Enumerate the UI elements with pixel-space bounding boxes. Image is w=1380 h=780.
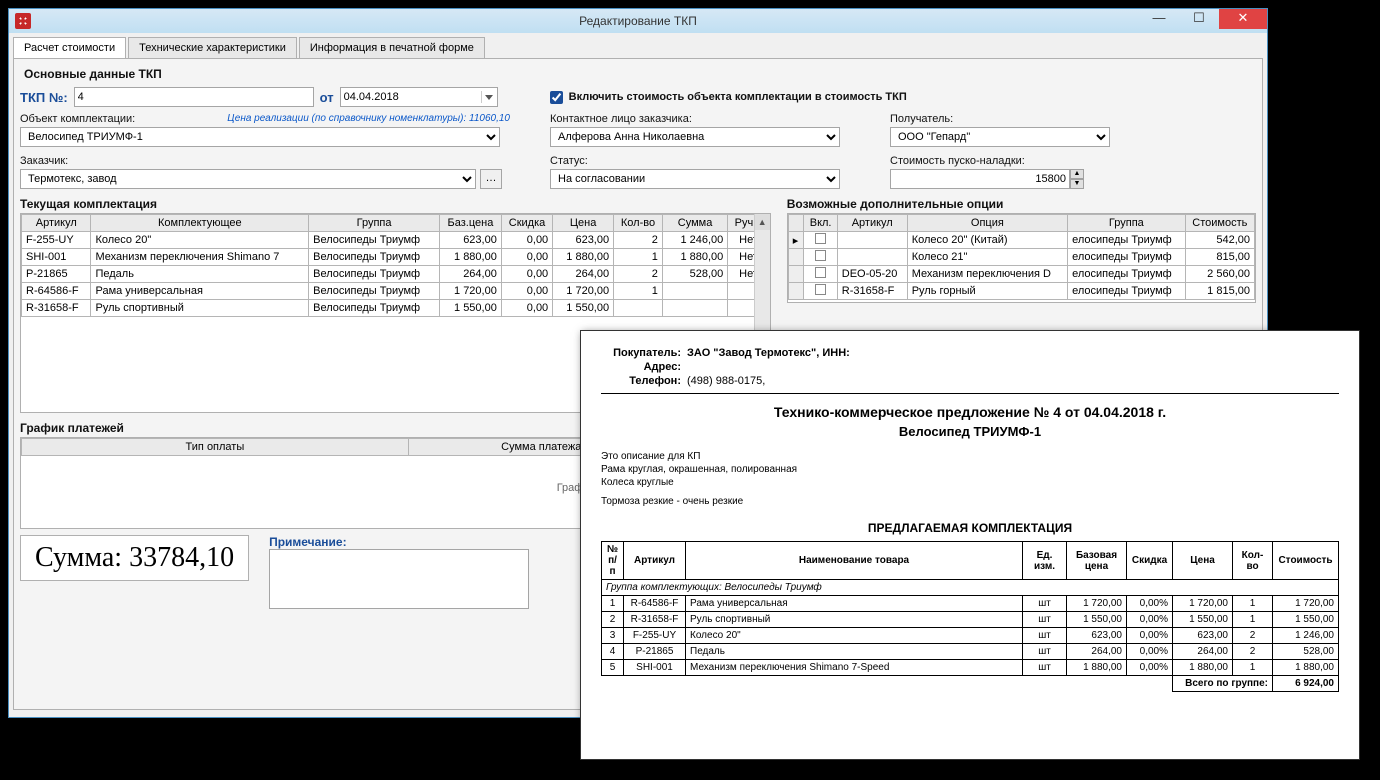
date-input[interactable] (341, 88, 481, 106)
window-title: Редактирование ТКП (579, 14, 697, 28)
recipient-select[interactable]: ООО "Гепард" (890, 127, 1110, 147)
table-row[interactable]: F-255-UYКолесо 20"Велосипеды Триумф623,0… (22, 232, 770, 249)
total-sum-box: Сумма: 33784,10 (20, 535, 249, 581)
col-price[interactable]: Цена (553, 215, 614, 232)
table-row[interactable]: SHI-001Механизм переключения Shimano 7Ве… (22, 249, 770, 266)
tab-print[interactable]: Информация в печатной форме (299, 37, 485, 58)
customer-select[interactable]: Термотекс, завод (20, 169, 476, 189)
date-dropdown-button[interactable] (481, 91, 497, 103)
table-row[interactable]: R-64586-FРама универсальнаяВелосипеды Тр… (22, 283, 770, 300)
contact-label: Контактное лицо заказчика: (550, 113, 850, 125)
table-row[interactable]: Колесо 21"елосипеды Триумф815,00 (788, 249, 1254, 266)
sum-label: Сумма: (35, 542, 122, 573)
current-config-label: Текущая комплектация (20, 197, 771, 211)
doc-title: Технико-коммерческое предложение № 4 от … (601, 404, 1339, 420)
customer-browse-button[interactable]: … (480, 169, 502, 189)
col-sum[interactable]: Сумма (662, 215, 727, 232)
maximize-button[interactable]: ☐ (1179, 9, 1219, 29)
table-row[interactable]: DEO-05-20Механизм переключения Dелосипед… (788, 266, 1254, 283)
setup-cost-down-button[interactable]: ▼ (1070, 179, 1084, 189)
tab-tech[interactable]: Технические характеристики (128, 37, 297, 58)
tel-label: Телефон: (601, 375, 681, 387)
col-opt[interactable]: Опция (907, 215, 1067, 232)
table-row[interactable]: R-31658-FРуль спортивныйВелосипеды Триум… (22, 300, 770, 317)
scroll-up-button[interactable]: ▲ (755, 214, 770, 230)
options-label: Возможные дополнительные опции (787, 197, 1256, 211)
contact-select[interactable]: Алферова Анна Николаевна (550, 127, 840, 147)
addr-label: Адрес: (601, 361, 681, 373)
col-qty[interactable]: Кол-во (614, 215, 663, 232)
from-label: от (320, 90, 334, 105)
table-row[interactable]: P-21865ПедальВелосипеды Триумф264,000,00… (22, 266, 770, 283)
col-discount[interactable]: Скидка (501, 215, 552, 232)
buyer-label: Покупатель: (601, 347, 681, 359)
minimize-button[interactable]: — (1139, 9, 1179, 29)
titlebar[interactable]: Редактирование ТКП — ☐ ✕ (9, 9, 1267, 33)
obj-select[interactable]: Велосипед ТРИУМФ-1 (20, 127, 500, 147)
status-label: Статус: (550, 155, 850, 167)
option-checkbox[interactable] (815, 250, 826, 261)
include-cost-checkbox[interactable] (550, 91, 563, 104)
doc-desc2: Рама круглая, окрашенная, полированная (601, 464, 1339, 475)
sum-value: 33784,10 (129, 542, 234, 573)
table-row[interactable]: ▸Колесо 20" (Китай)елосипеды Триумф542,0… (788, 232, 1254, 249)
table-row[interactable]: R-31658-FРуль горныйелосипеды Триумф1 81… (788, 283, 1254, 300)
col-art2[interactable]: Артикул (837, 215, 907, 232)
pay-col-type[interactable]: Тип оплаты (22, 439, 409, 456)
col-baseprice[interactable]: Баз.цена (440, 215, 502, 232)
note-label: Примечание: (269, 535, 529, 549)
doc-product: Велосипед ТРИУМФ-1 (601, 424, 1339, 439)
doc-desc3: Колеса круглые (601, 477, 1339, 488)
option-checkbox[interactable] (815, 267, 826, 278)
note-input[interactable] (269, 549, 529, 609)
tkp-no-label: ТКП №: (20, 90, 68, 105)
customer-label: Заказчик: (20, 155, 510, 167)
setup-cost-label: Стоимость пуско-наладки: (890, 155, 1110, 167)
options-grid[interactable]: Вкл. Артикул Опция Группа Стоимость ▸Кол… (787, 213, 1256, 303)
option-checkbox[interactable] (815, 284, 826, 295)
doc-section: ПРЕДЛАГАЕМАЯ КОМПЛЕКТАЦИЯ (601, 521, 1339, 535)
app-icon (15, 13, 31, 29)
tel-value: (498) 988-0175, (687, 375, 765, 387)
obj-label: Объект комплектации: (20, 113, 135, 125)
col-grp2[interactable]: Группа (1068, 215, 1186, 232)
recipient-label: Получатель: (890, 113, 1110, 125)
col-component[interactable]: Комплектующее (91, 215, 309, 232)
document-preview: Покупатель: ЗАО "Завод Термотекс", ИНН: А… (580, 330, 1360, 760)
frame-main-label: Основные данные ТКП (24, 67, 1256, 81)
tabstrip: Расчет стоимости Технические характерист… (13, 37, 1263, 58)
col-group[interactable]: Группа (309, 215, 440, 232)
col-incl[interactable]: Вкл. (804, 215, 837, 232)
doc-desc4: Тормоза резкие - очень резкие (601, 496, 1339, 507)
option-checkbox[interactable] (815, 233, 826, 244)
setup-cost-up-button[interactable]: ▲ (1070, 169, 1084, 179)
doc-table: № п/п Артикул Наименование товара Ед. из… (601, 541, 1339, 692)
price-hint: Цена реализации (по справочнику номенкла… (227, 113, 510, 125)
col-article[interactable]: Артикул (22, 215, 91, 232)
chevron-down-icon (485, 95, 493, 100)
tkp-no-input[interactable] (74, 87, 314, 107)
tab-cost[interactable]: Расчет стоимости (13, 37, 126, 58)
buyer-value: ЗАО "Завод Термотекс", ИНН: (687, 347, 850, 359)
status-select[interactable]: На согласовании (550, 169, 840, 189)
doc-desc1: Это описание для КП (601, 451, 1339, 462)
include-cost-label: Включить стоимость объекта комплектации … (569, 91, 907, 103)
setup-cost-input[interactable] (890, 169, 1070, 189)
close-button[interactable]: ✕ (1219, 9, 1267, 29)
col-cost2[interactable]: Стоимость (1185, 215, 1254, 232)
